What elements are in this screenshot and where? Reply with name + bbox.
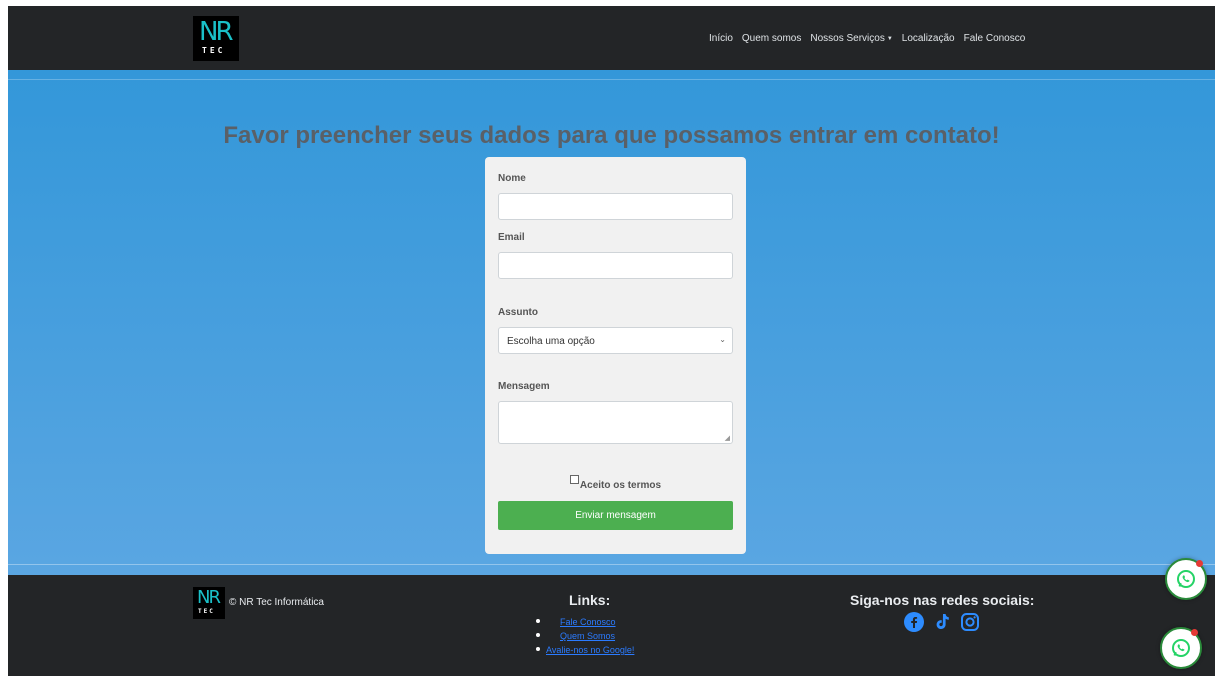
logo-tec-text: TEC <box>202 46 226 55</box>
divider <box>8 564 1215 565</box>
notification-dot <box>1196 560 1203 567</box>
subject-label: Assunto <box>498 307 538 318</box>
bullet-icon <box>536 619 540 623</box>
contact-form: Nome Email Assunto Escolha uma opção ⌄ M… <box>485 157 746 554</box>
nav-item-fale-conosco[interactable]: Fale Conosco <box>964 33 1026 44</box>
whatsapp-icon <box>1172 639 1190 657</box>
contact-section: Favor preencher seus dados para que poss… <box>8 70 1215 575</box>
resize-handle-icon[interactable]: ◢ <box>725 434 730 442</box>
bullet-icon <box>536 633 540 637</box>
nav-item-nossos-servicos[interactable]: Nossos Serviços ▼ <box>810 33 892 44</box>
page-title: Favor preencher seus dados para que poss… <box>223 122 1000 149</box>
message-label: Mensagem <box>498 381 550 392</box>
social-heading: Siga-nos nas redes sociais: <box>850 592 1035 608</box>
whatsapp-float-button[interactable] <box>1160 627 1202 669</box>
links-heading: Links: <box>569 592 611 608</box>
whatsapp-icon <box>1177 570 1195 588</box>
message-textarea[interactable]: ◢ <box>498 401 733 444</box>
footer-link-fale-conosco[interactable]: Fale Conosco <box>560 617 616 627</box>
list-item: Quem Somos <box>536 629 634 643</box>
chevron-down-icon: ⌄ <box>719 335 726 344</box>
footer-logo-tec-text: TEC <box>198 608 215 615</box>
nav-item-localizacao[interactable]: Localização <box>902 33 955 44</box>
copyright-text: © NR Tec Informática <box>229 597 324 608</box>
nav-item-nossos-servicos-label: Nossos Serviços <box>810 33 885 44</box>
logo[interactable]: NR TEC <box>193 16 239 61</box>
facebook-icon[interactable] <box>904 612 924 632</box>
email-label: Email <box>498 232 525 243</box>
divider <box>8 79 1215 80</box>
list-item: Fale Conosco <box>536 615 634 629</box>
footer-links-list: Fale Conosco Quem Somos Avalie-nos no Go… <box>536 615 634 657</box>
whatsapp-float-button[interactable] <box>1165 558 1207 600</box>
nav-item-quem-somos[interactable]: Quem somos <box>742 33 801 44</box>
footer-logo-nr-text: NR <box>197 587 221 608</box>
terms-label[interactable]: Aceito os termos <box>580 480 661 491</box>
footer-logo: NR TEC <box>193 587 225 619</box>
subject-selected-value: Escolha uma opção <box>507 336 595 347</box>
page: NR TEC Início Quem somos Nossos Serviços… <box>8 6 1215 676</box>
nav-item-inicio[interactable]: Início <box>709 33 733 44</box>
footer: NR TEC © NR Tec Informática Links: Fale … <box>8 575 1215 676</box>
navbar: NR TEC Início Quem somos Nossos Serviços… <box>8 6 1215 70</box>
submit-button[interactable]: Enviar mensagem <box>498 501 733 530</box>
notification-dot <box>1191 629 1198 636</box>
footer-link-avalie-google[interactable]: Avalie-nos no Google! <box>546 645 634 655</box>
main-nav: Início Quem somos Nossos Serviços ▼ Local… <box>709 33 1025 44</box>
bullet-icon <box>536 647 540 651</box>
name-label: Nome <box>498 173 526 184</box>
terms-row: Aceito os termos <box>485 475 746 491</box>
footer-link-quem-somos[interactable]: Quem Somos <box>560 631 615 641</box>
list-item: Avalie-nos no Google! <box>536 643 634 657</box>
caret-down-icon: ▼ <box>886 36 893 42</box>
email-input[interactable] <box>498 252 733 279</box>
tiktok-icon[interactable] <box>932 612 952 632</box>
social-icons <box>904 612 980 632</box>
instagram-icon[interactable] <box>960 612 980 632</box>
name-input[interactable] <box>498 193 733 220</box>
terms-checkbox[interactable] <box>569 475 579 484</box>
logo-nr-text: NR <box>199 17 233 47</box>
subject-select[interactable]: Escolha uma opção ⌄ <box>498 327 733 354</box>
